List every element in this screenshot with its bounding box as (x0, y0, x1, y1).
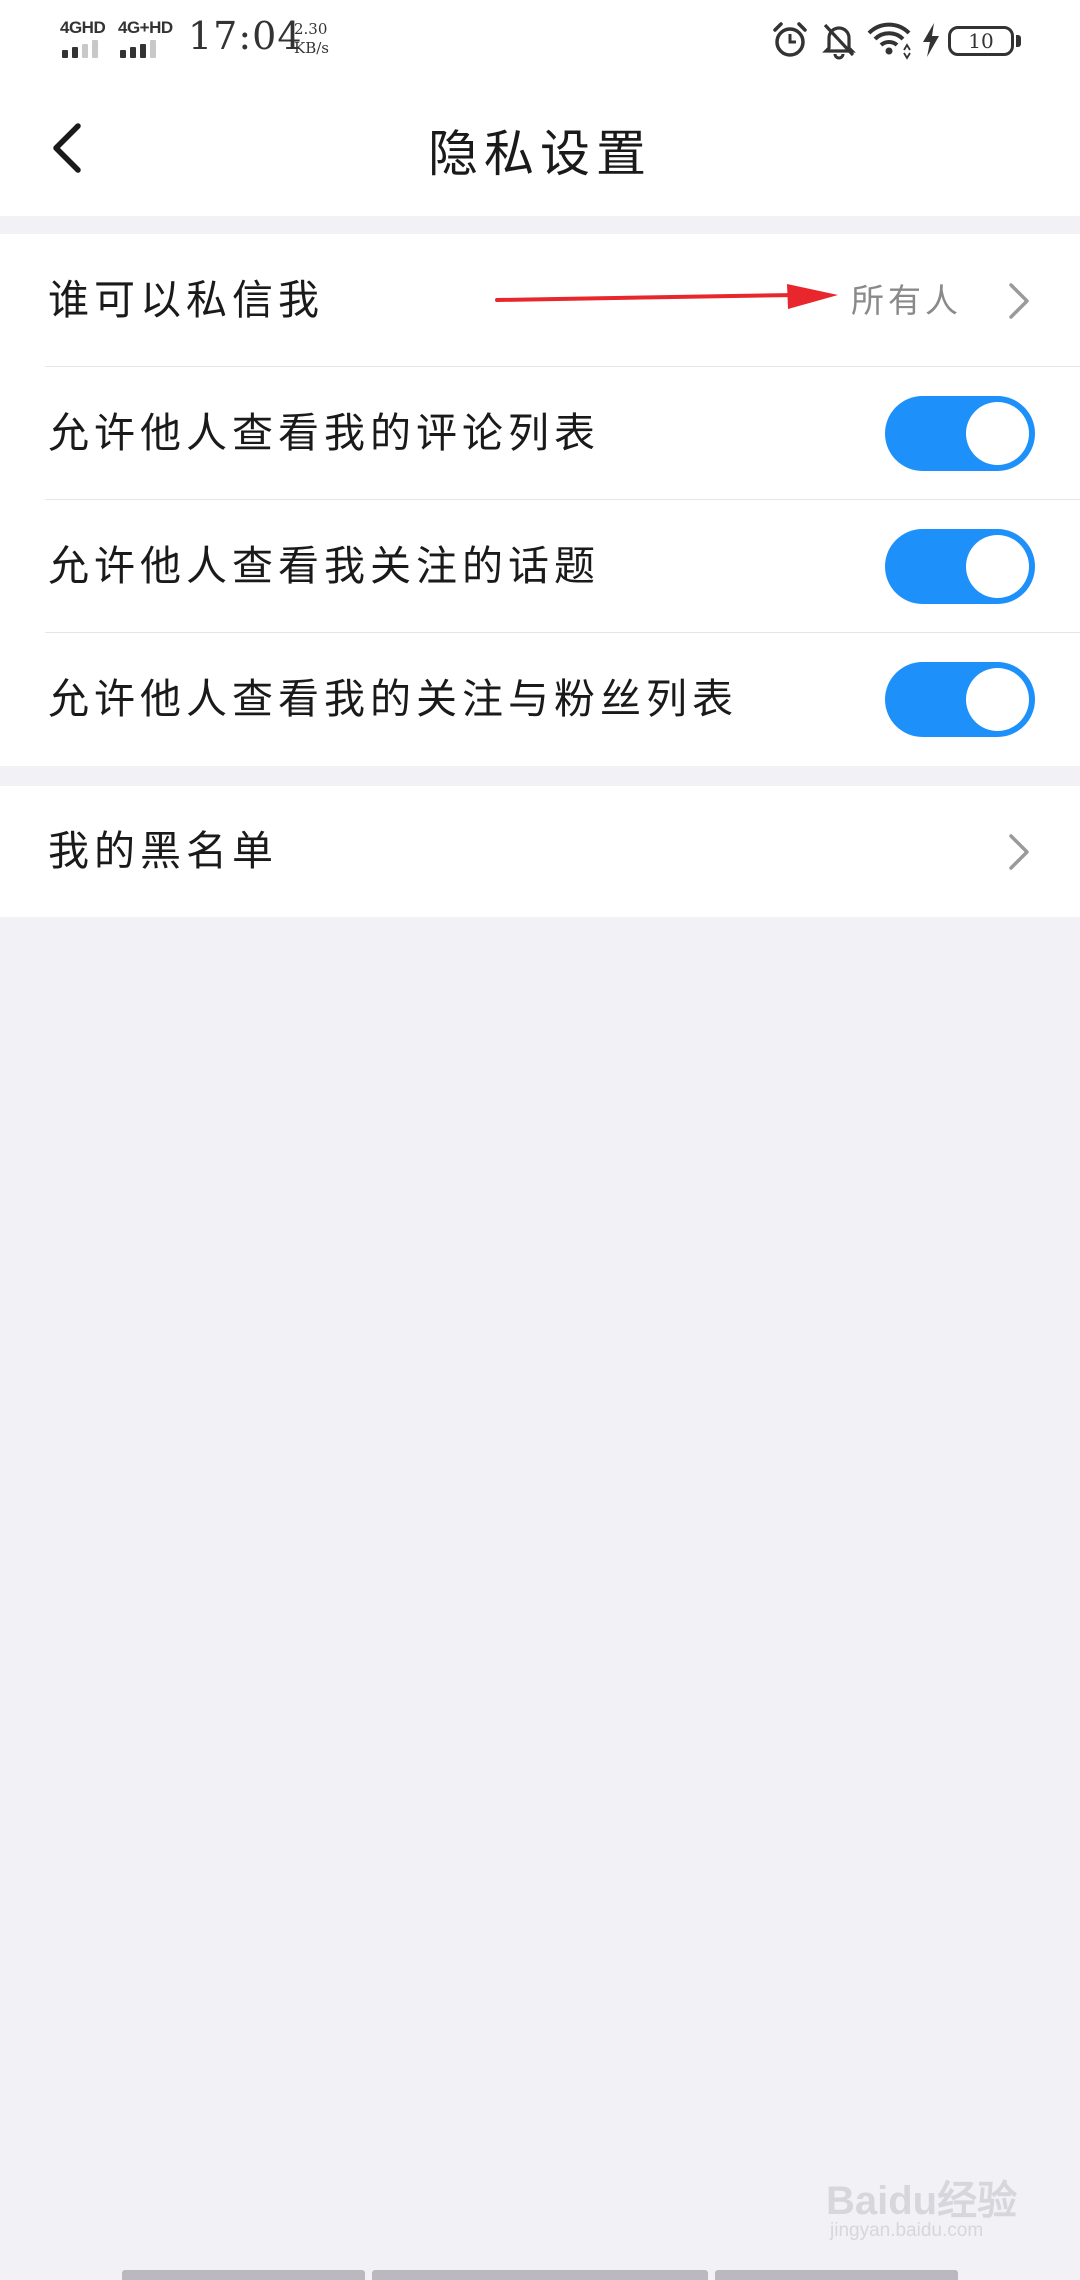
annotation-arrow-icon (495, 284, 838, 309)
sim1-network-label: 4GHD (60, 18, 106, 37)
page-title: 隐私设置 (428, 125, 652, 183)
network-speed-value: 2.30 (294, 20, 328, 38)
toggle-knob (966, 668, 1029, 731)
toggle-knob (966, 402, 1029, 465)
blacklist-group: 我的黑名单 (0, 786, 1080, 917)
toggle-label-comments: 允许他人查看我的评论列表 (48, 409, 600, 457)
watermark-brand: Baidu经验 (826, 2179, 1018, 2223)
charging-icon (923, 23, 939, 57)
battery-icon: 10 (948, 26, 1014, 56)
status-time: 17:04 (188, 14, 303, 58)
toggle-switch-comments[interactable] (885, 396, 1035, 471)
sim1-signal-bars-icon (62, 40, 98, 58)
watermark-site: jingyan.baidu.com (830, 2220, 984, 2241)
mute-bell-icon (822, 23, 856, 60)
network-speed-unit: KB/s (294, 39, 329, 57)
privacy-settings-group: 谁可以私信我 所有人 允许他人查看我的评论列表 允许他人查看我关注的话题 允许他… (0, 234, 1080, 766)
toggle-knob (966, 535, 1029, 598)
toggle-switch-topics[interactable] (885, 529, 1035, 604)
toggle-label-followers: 允许他人查看我的关注与粉丝列表 (48, 675, 738, 723)
chevron-right-icon (1009, 834, 1029, 870)
sim2-network-label: 4G+HD (118, 18, 173, 37)
blacklist-row[interactable]: 我的黑名单 (0, 786, 1080, 917)
toggle-row-followers: 允许他人查看我的关注与粉丝列表 (0, 633, 1080, 766)
chevron-right-icon (1009, 283, 1029, 319)
who-can-message-value: 所有人 (851, 281, 962, 320)
sim2-signal-bars-icon (120, 40, 156, 58)
bottom-nav-pill (122, 2270, 365, 2280)
toggle-label-topics: 允许他人查看我关注的话题 (48, 542, 600, 590)
battery-tip (1016, 35, 1021, 47)
toggle-row-topics: 允许他人查看我关注的话题 (0, 500, 1080, 633)
baidu-watermark: Baidu经验 jingyan.baidu.com (826, 2168, 1026, 2258)
who-can-message-label: 谁可以私信我 (48, 276, 324, 324)
status-bar: 4GHD 4G+HD 17:04 2.30 KB/s 10 (0, 0, 1080, 80)
alarm-icon (773, 22, 807, 57)
blacklist-label: 我的黑名单 (48, 827, 278, 875)
app-header: 隐私设置 (0, 80, 1080, 216)
toggle-row-comments: 允许他人查看我的评论列表 (0, 367, 1080, 500)
bottom-nav-pill (372, 2270, 708, 2280)
network-speed: 2.30 KB/s (294, 20, 329, 58)
toggle-switch-followers[interactable] (885, 662, 1035, 737)
wifi-icon (867, 22, 911, 60)
bottom-nav-pill (715, 2270, 958, 2280)
